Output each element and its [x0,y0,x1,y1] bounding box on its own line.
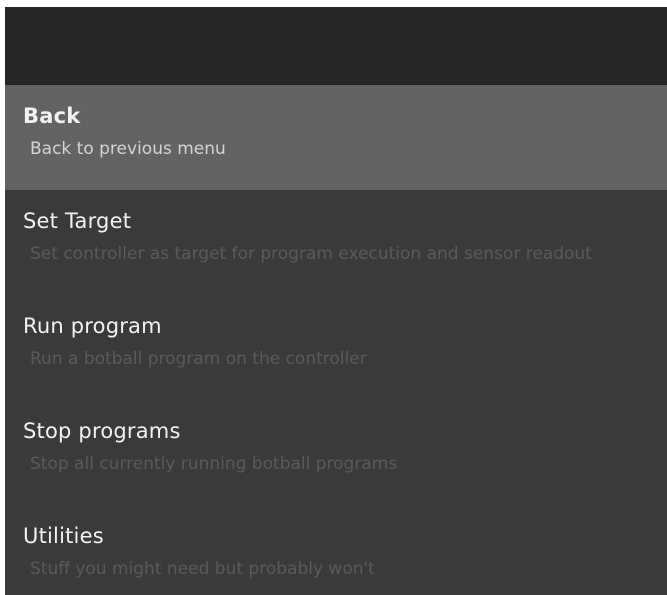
menu-item-description: Run a botball program on the controller [30,349,367,369]
menu-item-title: Back [23,104,81,128]
menu-item-stop-programs[interactable]: Stop programs Stop all currently running… [5,400,667,505]
menu-item-utilities[interactable]: Utilities Stuff you might need but proba… [5,505,667,595]
menu-list: Back Back to previous menu Set Target Se… [5,85,667,595]
app-window: Back Back to previous menu Set Target Se… [5,7,667,595]
menu-item-description: Stop all currently running botball progr… [30,454,398,474]
menu-item-title: Stop programs [23,419,181,443]
menu-item-description: Back to previous menu [30,139,226,159]
menu-item-title: Set Target [23,209,132,233]
menu-item-description: Set controller as target for program exe… [30,244,592,264]
menu-item-run-program[interactable]: Run program Run a botball program on the… [5,295,667,400]
menu-item-title: Utilities [23,524,104,548]
menu-item-back[interactable]: Back Back to previous menu [5,85,667,190]
menu-item-title: Run program [23,314,162,338]
menu-item-set-target[interactable]: Set Target Set controller as target for … [5,190,667,295]
header-bar [5,7,667,85]
menu-item-description: Stuff you might need but probably won't [30,559,375,579]
